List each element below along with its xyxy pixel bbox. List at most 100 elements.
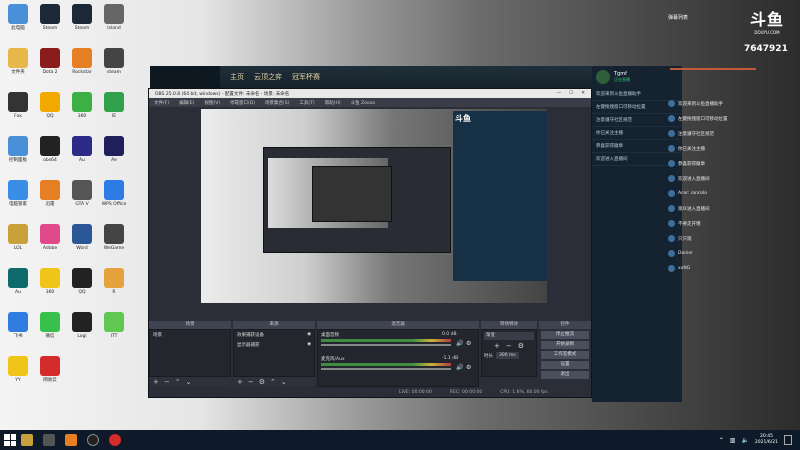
desktop-shortcut[interactable]: Au xyxy=(66,136,98,163)
desktop-shortcut-label: 文件夹 xyxy=(11,70,25,75)
duration-input[interactable]: 300 ms xyxy=(496,352,519,359)
maximize-icon[interactable]: ☐ xyxy=(569,91,573,96)
desktop-shortcut[interactable]: Fox xyxy=(2,92,34,119)
desktop-shortcut[interactable]: Logi xyxy=(66,312,98,339)
desktop-shortcut[interactable]: LOL xyxy=(2,224,34,251)
control-button[interactable]: 工作室模式 xyxy=(541,351,589,359)
avatar[interactable] xyxy=(596,70,610,84)
chat-message-text: 恭喜获得徽章 xyxy=(678,161,705,167)
desktop-shortcut[interactable]: GTA V xyxy=(66,180,98,207)
desktop-shortcut[interactable]: 360 xyxy=(34,268,66,295)
tray-chevron-icon[interactable]: ⌃ xyxy=(719,437,724,444)
obs-menu-item[interactable]: 编辑(E) xyxy=(179,100,194,106)
obs-menu-item[interactable]: 斗鱼 Zoooo xyxy=(351,100,376,106)
nav-cup[interactable]: 冠军杯赛 xyxy=(292,72,320,82)
obs-menu-item[interactable]: 停靠窗口(D) xyxy=(230,100,255,106)
source-down-button[interactable]: ⌄ xyxy=(281,378,287,386)
nav-tft[interactable]: 云顶之弈 xyxy=(254,72,282,82)
desktop-shortcut[interactable]: 微信 xyxy=(34,312,66,339)
windows-start-icon[interactable] xyxy=(4,434,16,446)
scene-item[interactable]: 场景 xyxy=(150,330,230,340)
volume-icon[interactable]: 🔈 xyxy=(741,437,748,444)
control-button[interactable]: 设置 xyxy=(541,361,589,369)
speaker-icon[interactable]: 🔊 xyxy=(456,340,463,347)
obs-preview[interactable]: 斗鱼 xyxy=(201,109,547,303)
desktop-shortcut[interactable]: obs64 xyxy=(34,136,66,163)
obs-menu-item[interactable]: 场景集合(S) xyxy=(265,100,289,106)
app-icon xyxy=(40,224,60,244)
nav-home[interactable]: 主页 xyxy=(230,72,244,82)
gear-icon[interactable]: ⚙ xyxy=(466,340,471,347)
obs-menu-item[interactable]: 帮助(H) xyxy=(325,100,341,106)
desktop-shortcut[interactable]: 此电脑 xyxy=(2,4,34,31)
add-transition-button[interactable]: + xyxy=(494,342,500,350)
source-item[interactable]: 效果捕获设备 ◉ xyxy=(234,330,314,340)
desktop-shortcut[interactable]: 飞书 xyxy=(2,312,34,339)
volume-slider[interactable] xyxy=(321,368,451,370)
control-button[interactable]: 退出 xyxy=(541,371,589,379)
desktop-shortcut[interactable]: Dota 2 xyxy=(34,48,66,75)
minimize-icon[interactable]: — xyxy=(557,91,562,96)
control-button[interactable]: 停止推流 xyxy=(541,331,589,339)
desktop-shortcut[interactable]: Au xyxy=(2,268,34,295)
desktop-shortcut-label: Steam xyxy=(42,26,58,31)
desktop-shortcut[interactable]: Island xyxy=(98,4,130,31)
clock[interactable]: 20:45 2021/6/21 xyxy=(755,434,778,446)
control-button[interactable]: 开始录制 xyxy=(541,341,589,349)
remove-transition-button[interactable]: − xyxy=(506,342,512,350)
gear-icon[interactable]: ⚙ xyxy=(259,378,265,386)
file-explorer-icon[interactable] xyxy=(43,434,55,446)
desktop-shortcut-label: Ae xyxy=(111,158,117,163)
music-taskbar-icon[interactable] xyxy=(109,434,121,446)
desktop-shortcut-label: Au xyxy=(79,158,85,163)
gear-icon[interactable]: ⚙ xyxy=(466,364,471,371)
transition-select[interactable]: 渐变 xyxy=(484,332,534,340)
desktop-shortcut[interactable]: Rockstar xyxy=(66,48,98,75)
remove-scene-button[interactable]: − xyxy=(164,378,170,386)
desktop-shortcut[interactable]: 文件夹 xyxy=(2,48,34,75)
gear-icon[interactable]: ⚙ xyxy=(518,342,524,350)
scenes-list: 场景 xyxy=(149,329,231,377)
app-taskbar-icon[interactable] xyxy=(65,434,77,446)
scene-down-button[interactable]: ⌄ xyxy=(186,378,192,386)
eye-icon[interactable]: ◉ xyxy=(307,342,311,348)
desktop-shortcut[interactable]: Steam xyxy=(66,4,98,31)
notification-icon[interactable] xyxy=(784,435,792,445)
desktop-shortcut[interactable]: Ae xyxy=(98,136,130,163)
volume-slider[interactable] xyxy=(321,344,451,346)
desktop-shortcut[interactable]: IE xyxy=(98,92,130,119)
desktop-shortcut[interactable]: R xyxy=(98,268,130,295)
desktop-shortcut[interactable]: QQ xyxy=(66,268,98,295)
desktop-shortcut[interactable]: 迅雷 xyxy=(34,180,66,207)
eye-icon[interactable]: ◉ xyxy=(307,332,311,338)
desktop-shortcut[interactable]: 360 xyxy=(66,92,98,119)
obs-menu-item[interactable]: 视图(V) xyxy=(204,100,220,106)
add-source-button[interactable]: + xyxy=(237,378,243,386)
desktop-shortcut[interactable]: Steam xyxy=(34,4,66,31)
obs-taskbar-icon[interactable] xyxy=(87,434,99,446)
scenes-controls: + − ⌃ ⌄ xyxy=(149,377,231,386)
network-icon[interactable]: ▥ xyxy=(730,437,736,444)
add-scene-button[interactable]: + xyxy=(153,378,159,386)
desktop-shortcut-label: Word xyxy=(76,246,88,251)
source-up-button[interactable]: ⌃ xyxy=(270,378,276,386)
desktop-shortcut[interactable]: Word xyxy=(66,224,98,251)
desktop-shortcut[interactable]: QQ xyxy=(34,92,66,119)
desktop-shortcut[interactable]: 电脑管家 xyxy=(2,180,34,207)
desktop-shortcut[interactable]: 网易云 xyxy=(34,356,66,383)
desktop-shortcut[interactable]: YY xyxy=(2,356,34,383)
obs-menu-item[interactable]: 文件(F) xyxy=(154,100,169,106)
obs-menu-item[interactable]: 工具(T) xyxy=(299,100,314,106)
desktop-shortcut[interactable]: 控制面板 xyxy=(2,136,34,163)
desktop-shortcut[interactable]: WPS Office xyxy=(98,180,130,207)
desktop-shortcut[interactable]: Adobe xyxy=(34,224,66,251)
lol-taskbar-icon[interactable] xyxy=(21,434,33,446)
desktop-shortcut[interactable]: WeGame xyxy=(98,224,130,251)
speaker-icon[interactable]: 🔊 xyxy=(456,364,463,371)
desktop-shortcut[interactable]: ITT xyxy=(98,312,130,339)
scene-up-button[interactable]: ⌃ xyxy=(175,378,181,386)
close-icon[interactable]: ✕ xyxy=(581,91,585,96)
source-item[interactable]: 显示器捕获 ◉ xyxy=(234,340,314,350)
remove-source-button[interactable]: − xyxy=(248,378,254,386)
desktop-shortcut[interactable]: steam xyxy=(98,48,130,75)
